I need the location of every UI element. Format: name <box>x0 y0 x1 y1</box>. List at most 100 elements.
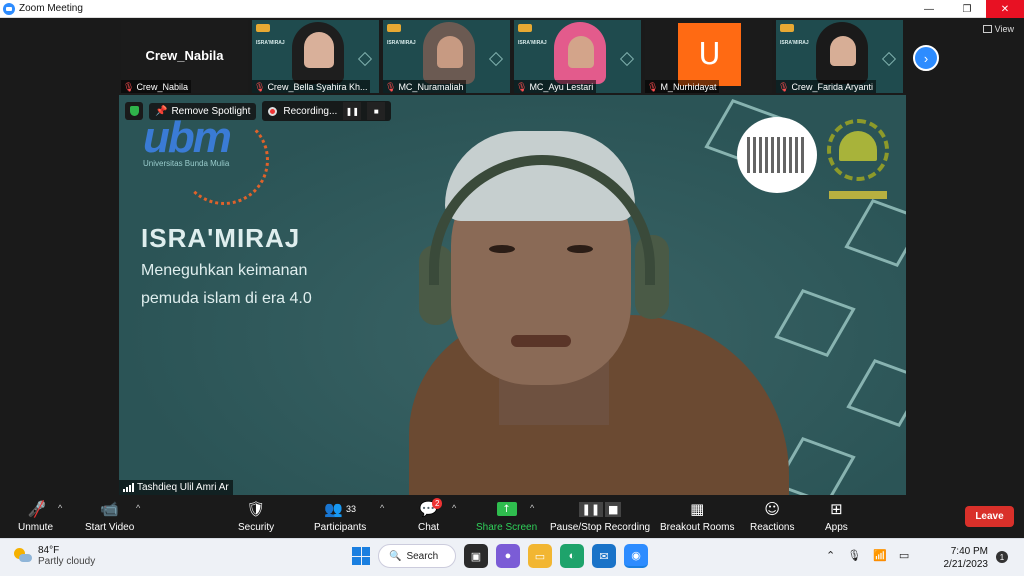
participant-name: Crew_Bella Syahira Kh... <box>267 82 368 92</box>
partly-cloudy-icon <box>14 548 32 564</box>
participant-tile-crew-nabila[interactable]: Crew_Nabila 🎙 Crew_Nabila <box>121 20 248 93</box>
participants-button[interactable]: 👥 33 Participants <box>314 498 366 533</box>
chat-button[interactable]: 💬 2 Chat <box>418 498 443 533</box>
participant-name: MC_Ayu Lestari <box>529 82 594 92</box>
participant-name-tag: 🎙 MC_Nuramaliah <box>383 80 467 93</box>
participant-name-tag: 🎙 Crew_Nabila <box>121 80 191 93</box>
participant-tile-nurhidayat[interactable]: U 🎙 M_Nurhidayat <box>645 20 772 93</box>
recording-dot-icon <box>268 106 278 116</box>
ubm-logo: ubm Universitas Bunda Mulia <box>143 113 232 168</box>
remove-spotlight-button[interactable]: 📌 Remove Spotlight <box>149 102 257 120</box>
system-tray: ⌃ 🎙 📶 ▭ <box>826 549 909 562</box>
slide-title: ISRA'MIRAJ <box>141 223 301 253</box>
weather-widget[interactable]: 84°F Partly cloudy <box>14 545 95 567</box>
participant-face <box>830 36 856 66</box>
breakout-rooms-label: Breakout Rooms <box>660 522 735 533</box>
teams-chat-icon[interactable]: ● <box>496 544 520 568</box>
chat-label: Chat <box>418 522 440 533</box>
speaker-figure <box>399 115 789 495</box>
spotlight-controls: 📌 Remove Spotlight Recording... ❚❚ ■ <box>125 101 392 121</box>
participants-count: 33 <box>345 504 356 514</box>
spotlight-video: ubm Universitas Bunda Mulia ISRA'MIRAJ M… <box>119 95 906 495</box>
video-off-icon: 📹 <box>100 500 119 518</box>
share-screen-label: Share Screen <box>476 522 538 533</box>
start-video-button[interactable]: 📹 Start Video <box>85 498 134 533</box>
weather-description: Partly cloudy <box>38 556 96 567</box>
slide-logo-mini <box>256 24 270 32</box>
next-page-button[interactable]: › <box>913 45 939 71</box>
zoom-taskbar-icon[interactable]: ◉ <box>624 544 648 568</box>
battery-icon[interactable]: ▭ <box>899 549 909 562</box>
apps-label: Apps <box>825 522 848 533</box>
participant-name: MC_Nuramaliah <box>398 82 464 92</box>
share-screen-button[interactable]: ↑ Share Screen <box>476 498 537 533</box>
share-options-caret[interactable]: ^ <box>530 503 534 513</box>
participant-name-tag: 🎙 Crew_Bella Syahira Kh... <box>252 80 371 93</box>
share-arrow-icon: ↑ <box>496 502 517 516</box>
smiley-icon: ☺ <box>764 500 781 518</box>
participants-label: Participants <box>314 522 367 533</box>
encryption-shield-icon[interactable] <box>125 102 143 120</box>
window-controls: — ❐ ✕ <box>910 0 1024 18</box>
pause-stop-recording-button[interactable]: ❚❚ ■ Pause/Stop Recording <box>550 498 650 533</box>
mic-muted-icon: 🎙 <box>385 81 397 92</box>
pause-recording-button[interactable]: ❚❚ <box>343 102 362 120</box>
microphone-icon[interactable]: 🎙 <box>847 549 861 562</box>
search-label: Search <box>406 550 439 562</box>
slide-mini-title: ISRA'MIRAJ <box>518 40 547 46</box>
minimize-button[interactable]: — <box>910 0 948 18</box>
windows-start-icon[interactable] <box>352 547 370 565</box>
participant-face <box>304 32 334 68</box>
mic-muted-icon: 🎙 <box>778 81 790 92</box>
window-title: Zoom Meeting <box>19 3 83 14</box>
meeting-toolbar: 🎤 ╱ Unmute ^ 📹 Start Video ^ 🛡 Security 👥… <box>0 495 1024 538</box>
participant-name-tag: 🎙 M_Nurhidayat <box>645 80 720 93</box>
participant-tile-ayu-lestari[interactable]: ISRA'MIRAJ 🎙 MC_Ayu Lestari <box>514 20 641 93</box>
breakout-rooms-button[interactable]: ▦ Breakout Rooms <box>660 498 734 533</box>
remove-spotlight-label: Remove Spotlight <box>171 105 251 117</box>
title-bar: Zoom Meeting — ❐ ✕ <box>0 0 1024 18</box>
mic-muted-icon: 🎙 <box>516 81 528 92</box>
video-options-caret[interactable]: ^ <box>136 503 140 513</box>
taskbar-search[interactable]: 🔍 Search <box>378 544 456 568</box>
leave-button[interactable]: Leave <box>965 506 1014 527</box>
slide-subtitle-line1: Meneguhkan keimanan <box>141 262 308 279</box>
wifi-icon[interactable]: 📶 <box>873 549 887 562</box>
view-label: View <box>994 24 1014 34</box>
notification-badge[interactable]: 1 <box>996 551 1008 563</box>
participant-avatar: U <box>678 23 741 86</box>
chat-options-caret[interactable]: ^ <box>452 503 456 513</box>
file-explorer-icon[interactable]: ▭ <box>528 544 552 568</box>
start-video-label: Start Video <box>85 522 135 533</box>
zoom-app-icon <box>3 2 15 15</box>
slide-mini-title: ISRA'MIRAJ <box>387 40 416 46</box>
stop-recording-button[interactable]: ■ <box>367 102 386 120</box>
edge-browser-icon[interactable]: ◐ <box>560 544 584 568</box>
search-icon: 🔍 <box>389 550 402 562</box>
unmute-button[interactable]: 🎤 ╱ Unmute <box>18 498 53 533</box>
participant-tile-bella[interactable]: ISRA'MIRAJ 🎙 Crew_Bella Syahira Kh... <box>252 20 379 93</box>
close-button[interactable]: ✕ <box>986 0 1024 18</box>
task-view-icon[interactable]: ▣ <box>464 544 488 568</box>
participants-options-caret[interactable]: ^ <box>380 503 384 513</box>
chevron-right-icon: › <box>923 50 929 66</box>
slide-logo-mini <box>518 24 532 32</box>
participant-tile-nuramaliah[interactable]: ISRA'MIRAJ 🎙 MC_Nuramaliah <box>383 20 510 93</box>
windows-taskbar: 84°F Partly cloudy 🔍 Search ▣ ● ▭ ◐ ✉ ◉ … <box>0 538 1024 576</box>
maximize-button[interactable]: ❐ <box>948 0 986 18</box>
signal-strength-icon <box>123 483 134 492</box>
view-button[interactable]: View <box>982 24 1014 34</box>
reactions-button[interactable]: ☺ Reactions <box>750 498 794 533</box>
mail-icon[interactable]: ✉ <box>592 544 616 568</box>
chat-badge: 2 <box>432 498 443 509</box>
apps-button[interactable]: ⊞ Apps <box>825 498 848 533</box>
participant-tile-farida[interactable]: ISRA'MIRAJ 🎙 Crew_Farida Aryanti <box>776 20 903 93</box>
taskbar-clock[interactable]: 7:40 PM 2/21/2023 <box>934 545 989 571</box>
chevron-up-icon[interactable]: ⌃ <box>826 549 835 562</box>
security-label: Security <box>238 522 275 533</box>
audio-options-caret[interactable]: ^ <box>58 503 62 513</box>
security-button[interactable]: 🛡 Security <box>238 498 274 533</box>
participant-name-tag: 🎙 MC_Ayu Lestari <box>514 80 597 93</box>
cube-decoration-icon <box>488 51 504 67</box>
speaker-name: Tashdieq Ulil Amri Ar <box>137 482 229 493</box>
